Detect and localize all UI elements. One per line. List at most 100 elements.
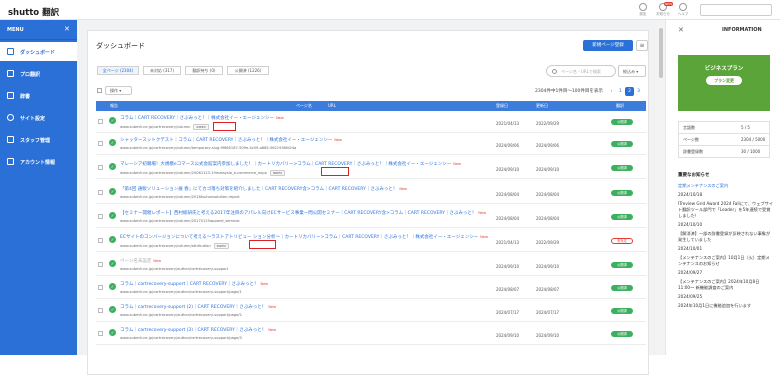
sidebar-item-label: サイト設定 <box>20 116 46 122</box>
page-3[interactable]: 3 <box>634 87 643 96</box>
row-checkbox[interactable] <box>98 214 103 219</box>
row-checkbox[interactable] <box>98 308 103 313</box>
row-checkbox[interactable] <box>98 119 103 124</box>
row-checkbox[interactable] <box>98 262 103 267</box>
prev-page-icon[interactable]: ‹ <box>607 87 616 96</box>
col-url[interactable]: URL <box>328 101 336 111</box>
check-icon: ✓ <box>109 306 116 313</box>
status-badge[interactable]: 公開済 <box>611 262 633 268</box>
row-title-link[interactable]: コラム｜CART RECOVERY｜さぶみっと！｜株式会社イー・エージェンシー N… <box>120 115 284 121</box>
row-title-link[interactable]: コラム｜cartrecovery-support (3)｜CART RECOVE… <box>120 327 276 333</box>
close-icon[interactable]: ✕ <box>678 26 684 34</box>
status-badge[interactable]: 公開済 <box>611 190 633 196</box>
sidebar-item-site-settings[interactable]: サイト設定 <box>0 108 77 127</box>
add-page-button[interactable]: 新規ページ登録 <box>583 40 633 51</box>
settings-button[interactable]: 設定 <box>633 3 653 17</box>
notice-label: お知らせ <box>656 12 670 16</box>
status-badge[interactable]: 公開済 <box>611 119 633 125</box>
news-item: 2024年10月1日に機能追加を行います <box>678 303 752 308</box>
filter-label: 絞込み <box>623 69 635 74</box>
row-updated-date: 2024/08/04 <box>536 192 560 197</box>
row-registered-date: 2024/09/06 <box>496 143 520 148</box>
col-name[interactable]: ページ名 <box>296 101 312 111</box>
tab-untranslated[interactable]: 未対応 (317) <box>143 66 181 75</box>
row-title-link[interactable]: コラム｜cartrecovery-support｜CART RECOVERY｜さ… <box>120 281 268 287</box>
row-registered-date: 2021/04/13 <box>496 240 520 245</box>
status-badge[interactable]: 公開済 <box>611 308 633 314</box>
row-checkbox[interactable] <box>98 331 103 336</box>
row-checkbox[interactable] <box>98 190 103 195</box>
information-panel: ✕ INFORMATION ビジネスプラン プラン変更 言語数 5 / 5 ページ… <box>665 20 780 355</box>
table-row[interactable]: ✓ コラム｜CART RECOVERY｜さぶみっと！｜株式会社イー・エージェンシー… <box>96 111 646 133</box>
sidebar-item-dictionary[interactable]: 辞書 <box>0 86 77 105</box>
result-count: 2304件中1件目〜100件目を表示 <box>535 89 603 94</box>
new-badge: New <box>260 282 269 286</box>
filter-select[interactable]: 絞込み ▾ <box>618 65 646 77</box>
row-checkbox[interactable] <box>98 141 103 146</box>
table-row[interactable]: ✓ コラム｜cartrecovery-support (2)｜CART RECOV… <box>96 300 646 322</box>
app-logo[interactable]: shutto 翻訳 <box>8 6 59 18</box>
row-title-link[interactable]: 【セミナー開催レポート】西村総研氏と考える2017年注目のアパレル向けECサービ… <box>120 210 486 216</box>
account-select[interactable] <box>700 4 772 16</box>
bulk-action-select[interactable]: 操作 ▾ <box>105 86 132 95</box>
check-icon: ✓ <box>109 329 116 336</box>
notice-button[interactable]: NEW お知らせ <box>653 2 674 17</box>
row-title-link[interactable]: コラム｜cartrecovery-support (2)｜CART RECOVE… <box>120 304 276 310</box>
select-all-checkbox[interactable] <box>97 88 102 93</box>
table-row[interactable]: ✓ ページ名未設定 New www.submit.ne.jp/cartrecovery… <box>96 254 646 276</box>
sidebar-item-pro-translation[interactable]: プロ翻訳 <box>0 64 77 83</box>
row-registered-date: 2024/08/04 <box>496 192 520 197</box>
tab-published[interactable]: 公開済 (1226) <box>227 66 269 75</box>
document-icon <box>7 158 14 165</box>
row-checkbox[interactable] <box>98 238 103 243</box>
plan-card: ビジネスプラン プラン変更 <box>678 55 770 111</box>
table-row[interactable]: ✓ 【セミナー開催レポート】西村総研氏と考える2017年注目のアパレル向けECサー… <box>96 206 646 228</box>
search-input[interactable]: ページ名・URLで検索 <box>546 65 616 77</box>
row-title-link[interactable]: ページ名未設定 New <box>120 258 161 264</box>
news-item: 2024/10/10 <box>678 222 703 227</box>
sidebar-item-account[interactable]: アカウント情報 <box>0 152 77 171</box>
change-plan-button[interactable]: プラン変更 <box>706 76 742 85</box>
status-badge[interactable]: 公開済 <box>611 165 633 171</box>
tab-all[interactable]: 全ページ (2304) <box>97 66 139 75</box>
help-button[interactable]: ヘルプ <box>673 3 693 17</box>
table-row[interactable]: ✓ ECサイトのコンバージョンについて考える〜ラストアトリビュー ション分析〜｜カ… <box>96 230 646 252</box>
row-registered-date: 2021/04/13 <box>496 121 520 126</box>
table-row[interactable]: ✓ シャッタースットクデスト｜コラム｜CART RECOVERY｜さぶみっと！｜株… <box>96 133 646 155</box>
search-placeholder: ページ名・URLで検索 <box>561 69 601 74</box>
row-title-link[interactable]: 「第4回 通販ソリューション展 春」にてカゴ落ち対策を紹介しました｜CART R… <box>120 186 407 192</box>
table-row[interactable]: ✓ コラム｜cartrecovery-support (3)｜CART RECOV… <box>96 323 646 345</box>
menu-icon[interactable]: ≡ <box>636 40 648 51</box>
scrollbar-thumb[interactable] <box>659 28 663 78</box>
col-updated[interactable]: 更新日 <box>536 101 548 111</box>
page-1[interactable]: 1 <box>616 87 625 96</box>
row-title-link[interactable]: シャッタースットクデスト｜コラム｜CART RECOVERY｜さぶみっと！｜株式… <box>120 137 342 143</box>
row-title-link[interactable]: マレーシア初職場！大規模eコマース公式会館案内参加しました！｜カートリカバリー>… <box>120 161 461 167</box>
col-status[interactable]: 報告 <box>110 101 118 111</box>
stat-dictionary: 辞書登録数 30 / 1000 <box>678 145 770 158</box>
status-badge[interactable]: 未対応 <box>611 238 633 244</box>
status-badge[interactable]: 公開済 <box>611 141 633 147</box>
col-registered[interactable]: 登録日 <box>496 101 508 111</box>
row-title: 「第4回 通販ソリューション展 春」にてカゴ落ち対策を紹介しました｜CART R… <box>120 187 398 192</box>
status-badge[interactable]: 公開済 <box>611 331 633 337</box>
news-link[interactable]: 定期メンテナンスのご案内 <box>678 183 773 189</box>
row-checkbox[interactable] <box>98 285 103 290</box>
status-badge[interactable]: 公開済 <box>611 285 633 291</box>
table-row[interactable]: ✓ コラム｜cartrecovery-support｜CART RECOVERY｜… <box>96 277 646 299</box>
plan-name: ビジネスプラン <box>704 66 744 72</box>
tab-waiting[interactable]: 翻訳待ち (0) <box>185 66 223 75</box>
row-checkbox[interactable] <box>98 165 103 170</box>
status-badge[interactable]: 公開済 <box>611 214 633 220</box>
page-2[interactable]: 2 <box>625 87 634 96</box>
sidebar-item-staff[interactable]: スタッフ管理 <box>0 130 77 149</box>
close-icon[interactable]: ✕ <box>64 25 70 33</box>
sidebar-item-label: プロ翻訳 <box>20 72 41 78</box>
row-updated-date: 2022/09/29 <box>536 240 560 245</box>
col-state[interactable]: 翻訳 <box>616 101 624 111</box>
row-title-link[interactable]: ECサイトのコンバージョンについて考える〜ラストアトリビュー ション分析〜｜カー… <box>120 234 488 240</box>
sidebar-item-dashboard[interactable]: ダッシュボード <box>0 42 77 61</box>
table-row[interactable]: ✓ 「第4回 通販ソリューション展 春」にてカゴ落ち対策を紹介しました｜CART … <box>96 182 646 204</box>
table-row[interactable]: ✓ マレーシア初職場！大規模eコマース公式会館案内参加しました！｜カートリカバリー… <box>96 157 646 179</box>
scrollbar[interactable] <box>657 20 665 355</box>
